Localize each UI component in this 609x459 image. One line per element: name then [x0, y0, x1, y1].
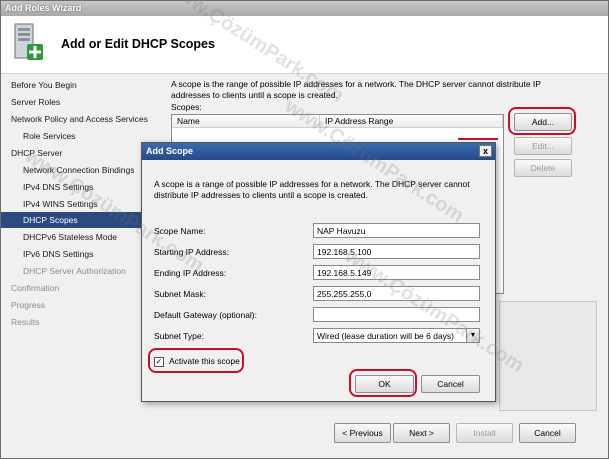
wizard-titlebar: Add Roles Wizard: [1, 1, 608, 16]
close-icon[interactable]: x: [479, 145, 492, 157]
sidebar-item-network-connection-bindings[interactable]: Network Connection Bindings: [1, 162, 143, 178]
scope-details-panel: [499, 301, 597, 411]
subnet-type-label: Subnet Type:: [154, 331, 204, 341]
server-add-icon: [14, 23, 43, 60]
install-button: Install: [456, 423, 513, 443]
wizard-header: Add or Edit DHCP Scopes: [1, 16, 608, 74]
ending-ip-input[interactable]: 192.168.5.149: [313, 265, 480, 280]
subnet-type-value: Wired (lease duration will be 6 days): [317, 331, 455, 341]
next-button[interactable]: Next >: [393, 423, 450, 443]
sidebar-item-network-policy[interactable]: Network Policy and Access Services: [1, 111, 148, 127]
subnet-mask-label: Subnet Mask:: [154, 289, 206, 299]
intro-text: A scope is the range of possible IP addr…: [171, 79, 541, 100]
dialog-description: A scope is a range of possible IP addres…: [154, 179, 470, 200]
sidebar-item-ipv6-dns-settings[interactable]: IPv6 DNS Settings: [1, 246, 143, 262]
delete-scope-button: Delete: [514, 159, 572, 177]
dialog-titlebar: Add Scope: [142, 143, 495, 160]
sidebar-item-dhcp-server-authorization: DHCP Server Authorization: [23, 266, 126, 276]
sidebar-item-before-you-begin[interactable]: Before You Begin: [1, 77, 143, 93]
highlight-connector: [458, 138, 498, 140]
sidebar-item-role-services[interactable]: Role Services: [1, 128, 143, 144]
cancel-button[interactable]: Cancel: [519, 423, 576, 443]
add-button-highlight: [508, 107, 576, 135]
sidebar-item-server-roles[interactable]: Server Roles: [1, 94, 143, 110]
sidebar-item-dhcpv6-stateless-mode[interactable]: DHCPv6 Stateless Mode: [1, 229, 143, 245]
wizard-sidebar: Before You Begin Server Roles Network Po…: [1, 75, 148, 435]
wizard-footer: < Previous Next > Install Cancel: [1, 411, 608, 459]
subnet-type-select[interactable]: Wired (lease duration will be 6 days) ▼: [313, 328, 480, 343]
dialog-cancel-button[interactable]: Cancel: [421, 375, 480, 393]
subnet-mask-input[interactable]: 255.255.255.0: [313, 286, 480, 301]
column-header-ip-range[interactable]: IP Address Range: [320, 115, 503, 128]
sidebar-item-dhcp-scopes[interactable]: DHCP Scopes: [1, 212, 143, 228]
edit-scope-button: Edit...: [514, 137, 572, 155]
sidebar-item-ipv4-wins-settings[interactable]: IPv4 WINS Settings: [1, 196, 143, 212]
column-header-name[interactable]: Name: [172, 115, 320, 128]
default-gateway-input[interactable]: [313, 307, 480, 322]
sidebar-item-confirmation: Confirmation: [11, 283, 60, 293]
activate-scope-highlight: [148, 348, 244, 373]
scope-name-input[interactable]: NAP Havuzu: [313, 223, 480, 238]
chevron-down-icon[interactable]: ▼: [466, 329, 479, 342]
ok-button-highlight: [349, 369, 417, 397]
scope-name-label: Scope Name:: [154, 226, 206, 236]
starting-ip-label: Starting IP Address:: [154, 247, 229, 257]
sidebar-item-progress: Progress: [11, 300, 46, 310]
ending-ip-label: Ending IP Address:: [154, 268, 227, 278]
sidebar-item-ipv4-dns-settings[interactable]: IPv4 DNS Settings: [1, 179, 143, 195]
scopes-label: Scopes:: [171, 102, 202, 112]
starting-ip-input[interactable]: 192.168.5.100: [313, 244, 480, 259]
page-title: Add or Edit DHCP Scopes: [61, 37, 215, 51]
sidebar-item-dhcp-server[interactable]: DHCP Server: [1, 145, 143, 161]
previous-button[interactable]: < Previous: [334, 423, 391, 443]
sidebar-item-results: Results: [11, 317, 40, 327]
default-gateway-label: Default Gateway (optional):: [154, 310, 257, 320]
